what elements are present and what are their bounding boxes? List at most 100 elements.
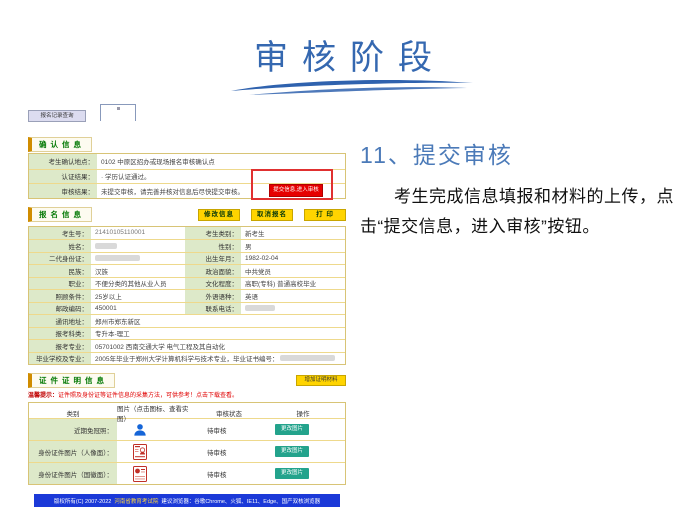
confirm-section-header: 确认信息 xyxy=(28,138,346,151)
field-label: 性别： xyxy=(185,240,241,252)
tip-prefix: 温馨提示： xyxy=(28,393,58,399)
section-title-registration: 报名信息 xyxy=(28,207,92,222)
redacted-value xyxy=(95,255,140,261)
tip-body: 证件照及身份证等证件信息的采集方法，可供参考！点击下载查看。 xyxy=(58,393,238,399)
submit-review-button[interactable]: 提交信息,进入审核 xyxy=(269,184,323,197)
step-heading: 11、提交审核 xyxy=(360,136,694,170)
field-value: 25岁以上 xyxy=(91,290,185,302)
confirm-row: 考生确认地点： 0102 中原区招办或现场报名审核确认点 xyxy=(29,154,345,169)
footer-bar: 版权所有(C) 2007-2022 河南省教育考试院 建议浏览器：谷歌Chrom… xyxy=(34,494,340,507)
table-row: 职业： 不便分类的其他从业人员 文化程度： 高职(专科) 普通高校毕业 xyxy=(29,277,345,290)
registration-info-box: 考生号： 21410105110001 考生类别： 新考生 姓名： 性别： 男 … xyxy=(28,226,346,366)
table-row: 近期免冠照： 待审核 更改图片 xyxy=(29,418,345,440)
cancel-registration-button[interactable]: 取消报名 xyxy=(251,209,293,221)
field-value: 不便分类的其他从业人员 xyxy=(91,278,185,290)
field-value: 05701002 西南交通大学 电气工程及其自动化 xyxy=(91,340,345,352)
cert-image-cell xyxy=(117,441,197,462)
cert-type-label: 身份证件图片（人像面）： xyxy=(29,441,117,462)
field-label: 文化程度： xyxy=(185,278,241,290)
table-row: 报考专业： 05701002 西南交通大学 电气工程及其自动化 xyxy=(29,339,345,352)
field-value: 高职(专科) 普通高校毕业 xyxy=(241,278,345,290)
field-label: 出生年月： xyxy=(185,253,241,265)
table-row: 姓名： 性别： 男 xyxy=(29,239,345,252)
registration-form-screenshot: 报名记录查询 确认信息 考生确认地点： 0102 中原区招办或现场报名审核确认点… xyxy=(28,104,346,507)
cert-image-cell xyxy=(117,419,197,440)
title-underline-swoosh xyxy=(227,76,477,98)
field-label: 报考专业： xyxy=(29,340,91,352)
table-row: 考生号： 21410105110001 考生类别： 新考生 xyxy=(29,227,345,240)
field-label: 姓名： xyxy=(29,240,91,252)
table-row: 民族： 汉族 政治面貌： 中共党员 xyxy=(29,264,345,277)
id-card-back-icon[interactable] xyxy=(133,466,147,482)
field-value xyxy=(241,303,345,315)
change-image-button[interactable]: 更改图片 xyxy=(275,468,309,479)
step-body: 考生完成信息填报和材料的上传，点击“提交信息，进入审核”按钮。 xyxy=(360,182,694,242)
field-value: 中共党员 xyxy=(241,265,345,277)
field-value: 男 xyxy=(241,240,345,252)
tab-current[interactable] xyxy=(100,104,136,121)
field-value-text: 2005年毕业于郑州大学计算机科学与技术专业，毕业证书编号： xyxy=(95,353,278,363)
id-card-front-icon[interactable] xyxy=(133,444,147,460)
tab-record-query[interactable]: 报名记录查询 xyxy=(28,110,86,122)
section-title-certificates: 证件证明信息 xyxy=(28,373,115,388)
table-row: 报考科类： 专升本-理工 xyxy=(29,327,345,340)
instruction-block: 11、提交审核 考生完成信息填报和材料的上传，点击“提交信息，进入审核”按钮。 xyxy=(360,136,694,242)
slide: 审核阶段 报名记录查询 确认信息 考生确认地点： 0102 中原区招办或现场报名… xyxy=(0,0,700,525)
field-label: 外语语种： xyxy=(185,290,241,302)
action-cell: 更改图片 xyxy=(261,441,345,462)
cert-type-label: 近期免冠照： xyxy=(29,419,117,440)
action-cell: 更改图片 xyxy=(261,419,345,440)
table-header-row: 类别 图片（点击图标、查看实图） 审核状态 操作 xyxy=(29,403,345,418)
field-label: 照顾条件： xyxy=(29,290,91,302)
field-label: 考生类别： xyxy=(185,227,241,240)
field-value xyxy=(91,240,185,252)
registration-section-header: 报名信息 修改信息 取消报名 打 印 xyxy=(28,208,346,222)
confirm-info-box: 考生确认地点： 0102 中原区招办或现场报名审核确认点 认证结果： · 学历认… xyxy=(28,153,346,199)
field-value: 0102 中原区招办或现场报名审核确认点 xyxy=(97,154,345,169)
change-image-button[interactable]: 更改图片 xyxy=(275,424,309,435)
field-label: 民族： xyxy=(29,265,91,277)
redacted-value xyxy=(245,305,275,311)
table-row: 身份证件图片（人像面）： 待审核 更改图片 xyxy=(29,440,345,462)
table-row: 二代身份证： 出生年月： 1982-02-04 xyxy=(29,252,345,265)
field-value: 英语 xyxy=(241,290,345,302)
page-title: 审核阶段 xyxy=(0,30,700,79)
table-row: 毕业学校及专业： 2005年毕业于郑州大学计算机科学与技术专业，毕业证书编号： xyxy=(29,352,345,365)
field-value xyxy=(91,253,185,265)
field-label: 邮政编码： xyxy=(29,303,91,315)
print-button[interactable]: 打 印 xyxy=(304,209,346,221)
field-label: 报考科类： xyxy=(29,328,91,340)
tab-dot xyxy=(117,107,120,110)
status-text: 待审核 xyxy=(197,419,261,440)
field-value: 专升本-理工 xyxy=(91,328,345,340)
table-row: 邮政编码： 450001 联系电话： xyxy=(29,302,345,315)
certificates-section-header: 证件证明信息 增加证明材料 xyxy=(28,374,346,387)
field-label: 审核结果： xyxy=(29,184,97,198)
field-label: 通讯地址： xyxy=(29,315,91,327)
org-link[interactable]: 河南省教育考试院 xyxy=(114,497,158,505)
table-row: 照顾条件： 25岁以上 外语语种： 英语 xyxy=(29,289,345,302)
add-proof-material-button[interactable]: 增加证明材料 xyxy=(296,375,346,386)
field-label: 政治面貌： xyxy=(185,265,241,277)
field-value: 郑州市郑东新区 xyxy=(91,315,345,327)
field-label: 认证结果： xyxy=(29,170,97,184)
table-row: 通讯地址： 郑州市郑东新区 xyxy=(29,314,345,327)
field-label: 考生确认地点： xyxy=(29,154,97,169)
modify-info-button[interactable]: 修改信息 xyxy=(198,209,240,221)
change-image-button[interactable]: 更改图片 xyxy=(275,446,309,457)
action-cell: 更改图片 xyxy=(261,463,345,484)
status-text: 待审核 xyxy=(197,441,261,462)
person-photo-icon[interactable] xyxy=(133,422,147,437)
redacted-value xyxy=(95,243,117,249)
field-label: 考生号： xyxy=(29,227,91,240)
field-label: 联系电话： xyxy=(185,303,241,315)
cert-image-cell xyxy=(117,463,197,484)
warm-tip-text: 温馨提示：证件照及身份证等证件信息的采集方法，可供参考！点击下载查看。 xyxy=(28,390,346,399)
browser-suggestion-text: 建议浏览器：谷歌Chrome、火狐、IE11、Edge、国产双核浏览器 xyxy=(161,497,320,505)
field-label: 职业： xyxy=(29,278,91,290)
field-value: 2005年毕业于郑州大学计算机科学与技术专业，毕业证书编号： xyxy=(91,353,345,365)
status-text: 待审核 xyxy=(197,463,261,484)
field-label: 二代身份证： xyxy=(29,253,91,265)
redacted-value xyxy=(280,355,335,361)
field-label: 毕业学校及专业： xyxy=(29,353,91,365)
